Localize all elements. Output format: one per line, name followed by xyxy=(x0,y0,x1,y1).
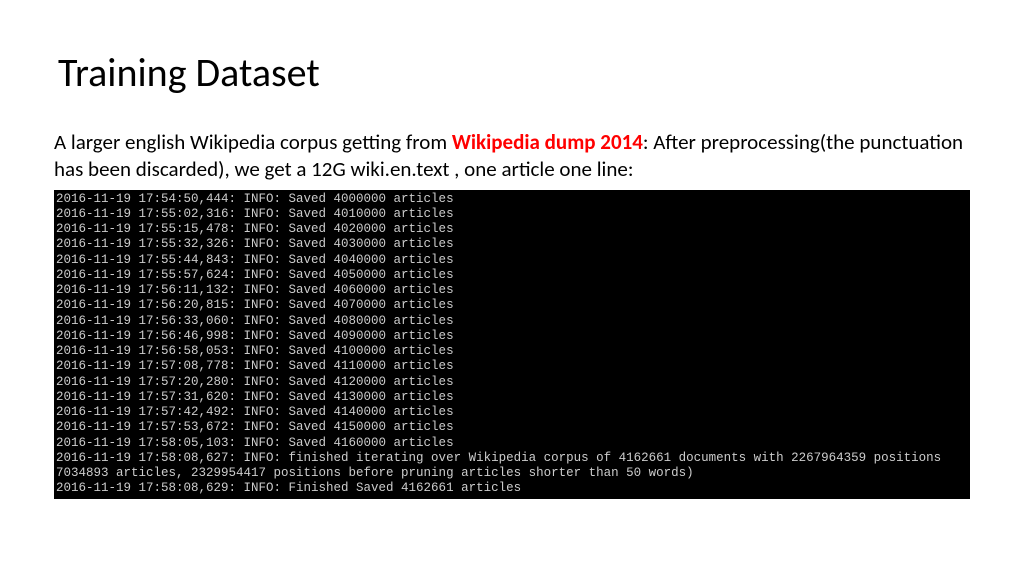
terminal-line: 2016-11-19 17:57:08,778: INFO: Saved 411… xyxy=(56,359,968,374)
terminal-line: 2016-11-19 17:55:15,478: INFO: Saved 402… xyxy=(56,222,968,237)
terminal-line: 2016-11-19 17:56:11,132: INFO: Saved 406… xyxy=(56,283,968,298)
terminal-line: 2016-11-19 17:58:05,103: INFO: Saved 416… xyxy=(56,436,968,451)
terminal-line: 2016-11-19 17:56:58,053: INFO: Saved 410… xyxy=(56,344,968,359)
terminal-line: 2016-11-19 17:57:53,672: INFO: Saved 415… xyxy=(56,420,968,435)
terminal-line: 7034893 articles, 2329954417 positions b… xyxy=(56,466,968,481)
terminal-line: 2016-11-19 17:55:32,326: INFO: Saved 403… xyxy=(56,237,968,252)
body-highlight: Wikipedia dump 2014 xyxy=(452,129,643,155)
terminal-line: 2016-11-19 17:55:02,316: INFO: Saved 401… xyxy=(56,207,968,222)
terminal-line: 2016-11-19 17:56:46,998: INFO: Saved 409… xyxy=(56,329,968,344)
slide-body: A larger english Wikipedia corpus gettin… xyxy=(54,129,970,184)
terminal-line: 2016-11-19 17:57:42,492: INFO: Saved 414… xyxy=(56,405,968,420)
body-prefix: A larger english Wikipedia corpus gettin… xyxy=(54,129,452,155)
terminal-line: 2016-11-19 17:57:20,280: INFO: Saved 412… xyxy=(56,375,968,390)
terminal-line: 2016-11-19 17:54:50,444: INFO: Saved 400… xyxy=(56,192,968,207)
terminal-line: 2016-11-19 17:55:44,843: INFO: Saved 404… xyxy=(56,253,968,268)
terminal-line: 2016-11-19 17:58:08,627: INFO: finished … xyxy=(56,451,968,466)
terminal-line: 2016-11-19 17:55:57,624: INFO: Saved 405… xyxy=(56,268,968,283)
terminal-output: 2016-11-19 17:54:50,444: INFO: Saved 400… xyxy=(54,190,970,499)
terminal-line: 2016-11-19 17:58:08,629: INFO: Finished … xyxy=(56,481,968,496)
terminal-line: 2016-11-19 17:56:33,060: INFO: Saved 408… xyxy=(56,314,968,329)
terminal-line: 2016-11-19 17:57:31,620: INFO: Saved 413… xyxy=(56,390,968,405)
slide-title: Training Dataset xyxy=(58,48,970,97)
terminal-line: 2016-11-19 17:56:20,815: INFO: Saved 407… xyxy=(56,298,968,313)
